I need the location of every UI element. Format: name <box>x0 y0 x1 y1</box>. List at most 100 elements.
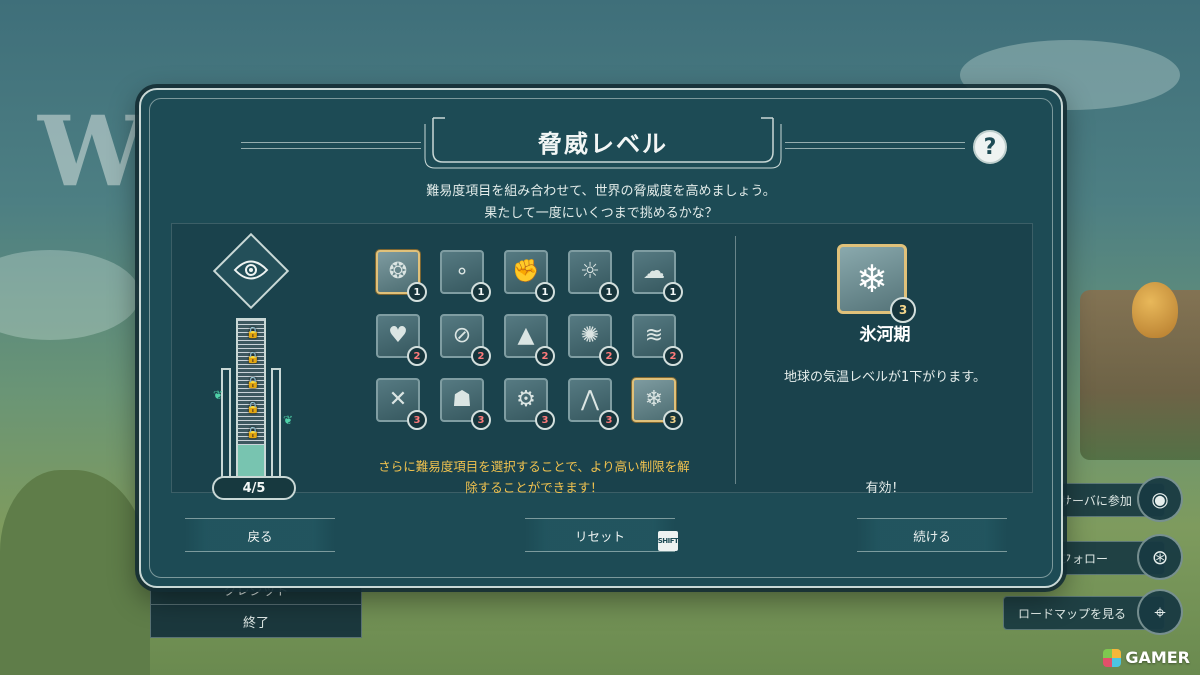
modifier-tile[interactable]: ❂ 1 <box>376 250 427 302</box>
title-banner: 脅威レベル <box>403 112 803 170</box>
crossed-out-heart-icon: ⊘ <box>452 323 472 348</box>
gamer-watermark: GAMER <box>1103 648 1190 667</box>
modifier-level-badge: 1 <box>599 282 619 302</box>
radiant-bell-icon: ✺ <box>580 323 600 348</box>
modifier-level-badge: 2 <box>535 346 555 366</box>
tower-progress-bar: 🔒 🔒 🔒 🔒 🔒 <box>236 318 266 478</box>
modifier-level-badge: 2 <box>663 346 683 366</box>
selected-modifier-status: 有効！ <box>865 481 905 496</box>
lock-icon: 🔒 <box>246 426 260 439</box>
modifier-level-badge: 2 <box>471 346 491 366</box>
modifier-panel: 🔒 🔒 🔒 🔒 🔒 ❦ ❦ 4/5 ❂ 1 ∘ 1 ✊ 1 ☼ 1 ☁ 1 ♥ 2 ⊘ 2 ▲ 2 ✺ 2 ≋ 2 ✕ 3 ☗ 3 ⚙ 3… <box>171 223 1033 500</box>
shift-key-hint: SHIFT <box>658 531 679 551</box>
title-ornament-line <box>241 142 421 143</box>
modifier-tile[interactable]: ☼ 1 <box>568 250 619 302</box>
lock-icon: 🔒 <box>246 326 260 339</box>
unlock-hint-line2: 除することができます！ <box>465 480 603 495</box>
modifier-tile[interactable]: ▲ 2 <box>504 314 555 366</box>
help-button[interactable]: ? <box>973 130 1007 164</box>
modifier-grid: ❂ 1 ∘ 1 ✊ 1 ☼ 1 ☁ 1 ♥ 2 ⊘ 2 ▲ 2 ✺ 2 ≋ 2 ✕ 3 ☗ 3 ⚙ 3 ⋀ 3 ❄ 3 <box>376 250 688 434</box>
modifier-tile[interactable]: ⊘ 2 <box>440 314 491 366</box>
dialog-subtitle-line2: 果たして一度にいくつまで挑めるかな？ <box>484 206 718 221</box>
continue-button-label: 続ける <box>913 528 951 544</box>
selected-modifier-description: 地球の気温レベルが1下がります。 <box>784 370 986 385</box>
bubbles-icon: ∘ <box>455 259 469 284</box>
background-balloon <box>1132 282 1178 338</box>
roadmap-label: ロードマップを見る <box>1018 606 1127 621</box>
lock-icon: 🔒 <box>246 401 260 414</box>
modifier-tile[interactable]: ∘ 1 <box>440 250 491 302</box>
reset-button[interactable]: リセット <box>525 518 675 552</box>
clouds-icon: ☁ <box>643 259 665 284</box>
modifier-level-badge: 1 <box>471 282 491 302</box>
modifier-level-badge: 1 <box>663 282 683 302</box>
modifier-level-badge: 3 <box>407 410 427 430</box>
sunburst-icon: ☼ <box>580 259 600 284</box>
reset-button-label: リセット <box>574 528 625 544</box>
threat-tower: 🔒 🔒 🔒 🔒 🔒 ❦ ❦ 4/5 <box>207 232 317 500</box>
modifier-level-badge: 2 <box>599 346 619 366</box>
modifier-tile[interactable]: ☗ 3 <box>440 378 491 430</box>
panel-divider <box>735 236 736 484</box>
modifier-tile[interactable]: ≋ 2 <box>632 314 683 366</box>
dialog-title: 脅威レベル <box>538 129 668 158</box>
modifier-level-badge: 3 <box>535 410 555 430</box>
modifier-tile[interactable]: ✊ 1 <box>504 250 555 302</box>
wind-spirit-icon: ❂ <box>388 259 408 284</box>
eye-emblem-icon <box>229 250 273 290</box>
steam-icon[interactable]: ⊛ <box>1137 534 1183 580</box>
title-ornament-line <box>785 148 965 149</box>
modifier-level-badge: 1 <box>535 282 555 302</box>
fist-icon: ✊ <box>512 259 540 284</box>
selected-modifier-icon: ❄ 3 <box>837 244 916 323</box>
modifier-tile[interactable]: ⚙ 3 <box>504 378 555 430</box>
modifier-tile[interactable]: ⋀ 3 <box>568 378 619 430</box>
modifier-level-badge: 3 <box>471 410 491 430</box>
back-button-label: 戻る <box>247 528 273 544</box>
heartbeat-icon: ♥ <box>388 323 408 348</box>
steam-follow-label: フォロー <box>1060 551 1109 566</box>
title-ornament-line <box>241 148 421 149</box>
title-ornament-line <box>785 142 965 143</box>
leaf-icon: ❦ <box>213 388 224 402</box>
question-icon: ? <box>983 134 997 160</box>
blades-icon: ⋀ <box>580 387 600 412</box>
modifier-tile[interactable]: ✺ 2 <box>568 314 619 366</box>
modifier-level-badge: 1 <box>407 282 427 302</box>
dialog-subtitle-line1: 難易度項目を組み合わせて、世界の脅威度を高めましょう。 <box>426 184 776 199</box>
discord-icon[interactable]: ◉ <box>1137 476 1183 522</box>
tower-right-pillar <box>271 368 281 478</box>
swoosh-icon: ≋ <box>644 323 664 348</box>
unlock-hint-line1: さらに難易度項目を選択することで、より高い制限を解 <box>378 459 690 474</box>
pile-icon: ▲ <box>517 323 535 348</box>
lock-icon: 🔒 <box>246 376 260 389</box>
modifier-level-badge: 2 <box>407 346 427 366</box>
modifier-level-badge: 3 <box>599 410 619 430</box>
threat-level-dialog: 脅威レベル ? 難易度項目を組み合わせて、世界の脅威度を高めましょう。 果たして… <box>139 88 1063 588</box>
selected-modifier-name: 氷河期 <box>859 325 911 345</box>
snowflake-thermometer-icon: ❄ <box>644 387 664 412</box>
modifier-tile[interactable]: ♥ 2 <box>376 314 427 366</box>
unlock-hint: さらに難易度項目を選択することで、より高い制限を解 除することができます！ <box>330 456 738 498</box>
snowflake-thermometer-icon: ❄ <box>856 257 888 301</box>
continue-button[interactable]: 続ける <box>857 518 1007 552</box>
figure-silhouette-icon: ☗ <box>452 387 472 412</box>
tower-left-pillar <box>221 368 231 478</box>
gear-chart-icon: ⚙ <box>516 387 536 412</box>
leaf-icon: ❦ <box>283 413 294 427</box>
tower-progress-fill <box>238 445 264 476</box>
discord-join-label: サーバに参加 <box>1060 493 1132 508</box>
back-button[interactable]: 戻る <box>185 518 335 552</box>
menu-quit-button[interactable]: 終了 <box>150 604 362 638</box>
lock-icon: 🔒 <box>246 351 260 364</box>
modifier-level-badge: 3 <box>663 410 683 430</box>
tower-count: 4/5 <box>212 476 296 500</box>
background-island <box>0 470 150 675</box>
crossed-bird-icon: ✕ <box>388 387 408 412</box>
gamer-logo-icon <box>1103 648 1122 667</box>
modifier-tile[interactable]: ❄ 3 <box>632 378 683 430</box>
modifier-tile[interactable]: ☁ 1 <box>632 250 683 302</box>
map-pin-icon[interactable]: ⌖ <box>1137 589 1183 635</box>
watermark-text: GAMER <box>1125 648 1190 667</box>
modifier-tile[interactable]: ✕ 3 <box>376 378 427 430</box>
